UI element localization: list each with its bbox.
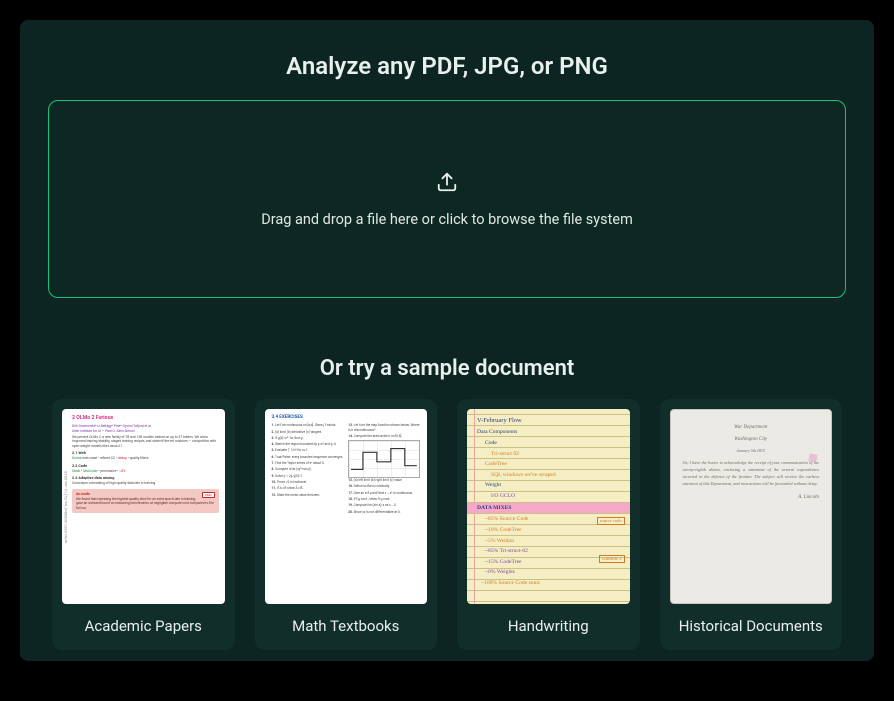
sample-grid: 2 OLMo 2 Furious Dirk Groeneveld* Iz Bel… xyxy=(48,399,846,650)
upload-panel: Analyze any PDF, JPG, or PNG Drag and dr… xyxy=(20,20,874,661)
sample-thumbnail: 2 OLMo 2 Furious Dirk Groeneveld* Iz Bel… xyxy=(62,409,225,604)
file-dropzone[interactable]: Drag and drop a file here or click to br… xyxy=(48,100,846,298)
page-title: Analyze any PDF, JPG, or PNG xyxy=(48,52,846,80)
sample-historical-documents[interactable]: War Department Washington City January 5… xyxy=(660,399,843,650)
sample-math-textbooks[interactable]: 3.4 EXERCISES 1. Let f be continuous on … xyxy=(255,399,438,650)
sample-thumbnail: 3.4 EXERCISES 1. Let f be continuous on … xyxy=(265,409,428,604)
samples-heading: Or try a sample document xyxy=(48,356,846,381)
sample-thumbnail: War Department Washington City January 5… xyxy=(670,409,833,604)
sample-label: Handwriting xyxy=(508,616,589,636)
upload-icon xyxy=(436,171,458,197)
sample-label: Historical Documents xyxy=(679,616,823,636)
sample-academic-papers[interactable]: 2 OLMo 2 Furious Dirk Groeneveld* Iz Bel… xyxy=(52,399,235,650)
sample-label: Academic Papers xyxy=(85,616,202,636)
dropzone-text: Drag and drop a file here or click to br… xyxy=(261,211,633,228)
sample-thumbnail: V-February Flow Data Components Code Tri… xyxy=(467,409,630,604)
sample-handwriting[interactable]: V-February Flow Data Components Code Tri… xyxy=(457,399,640,650)
sample-label: Math Textbooks xyxy=(292,616,399,636)
